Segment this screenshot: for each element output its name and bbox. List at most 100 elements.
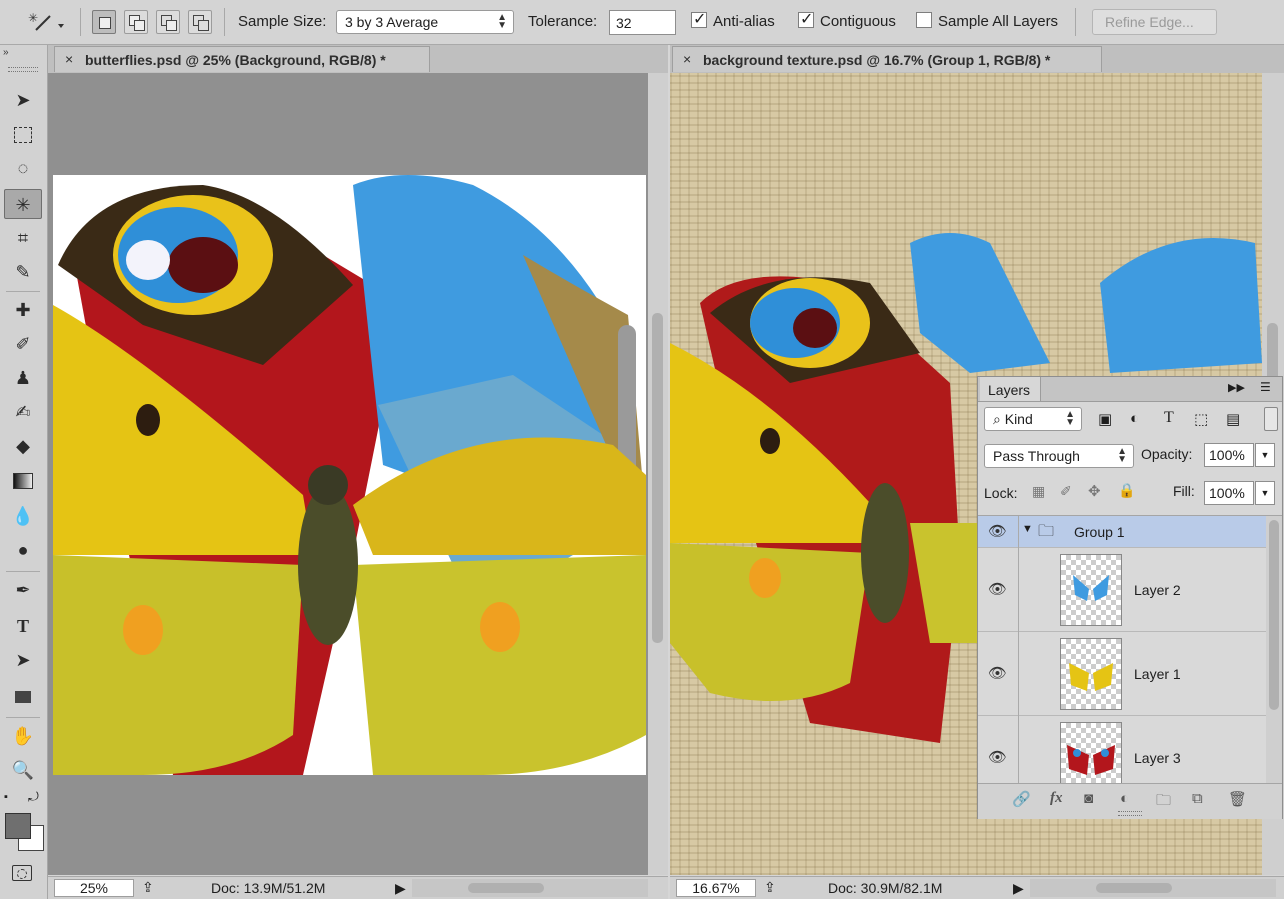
marquee-tool-icon[interactable] bbox=[4, 119, 42, 149]
filter-kind-select[interactable]: ⌕ Kind ▲ ▼ bbox=[984, 407, 1082, 431]
rectangle-tool-icon[interactable] bbox=[4, 681, 42, 711]
new-layer-icon[interactable]: ⧉ bbox=[1192, 790, 1203, 807]
filter-type-icon[interactable]: T bbox=[1164, 409, 1174, 427]
link-layers-icon[interactable]: 🔗 bbox=[1012, 790, 1031, 808]
lock-transparent-pixels-icon[interactable]: ▦ bbox=[1032, 483, 1045, 500]
blur-tool-icon[interactable]: 💧 bbox=[4, 501, 42, 531]
new-group-folder-icon[interactable]: 🗀 bbox=[1156, 790, 1171, 815]
layer-row[interactable]: 👁 Layer 3 bbox=[978, 716, 1266, 784]
visibility-eye-icon[interactable]: 👁 bbox=[988, 522, 1007, 540]
eyedropper-tool-icon[interactable]: ✎ bbox=[4, 257, 42, 287]
sample-all-layers-checkbox[interactable] bbox=[916, 12, 932, 28]
horizontal-scroll-track[interactable] bbox=[1030, 879, 1276, 897]
layer-row[interactable]: 👁 Layer 2 bbox=[978, 548, 1266, 632]
disclosure-triangle-icon[interactable]: ▼ bbox=[1022, 523, 1033, 535]
type-tool-icon[interactable]: T bbox=[4, 611, 42, 641]
visibility-eye-icon[interactable]: 👁 bbox=[988, 748, 1007, 766]
history-brush-tool-icon[interactable]: ✍ bbox=[4, 397, 42, 427]
new-selection-button[interactable] bbox=[92, 10, 116, 34]
pen-tool-icon[interactable]: ✒ bbox=[4, 575, 42, 605]
layer-list: 👁 ▼ 🗀 Group 1 👁 Layer 2 👁 Layer 1 👁 Laye… bbox=[978, 515, 1282, 784]
horizontal-scroll-thumb[interactable] bbox=[1096, 883, 1172, 893]
tolerance-value: 32 bbox=[616, 15, 632, 31]
intersect-selection-button[interactable] bbox=[188, 10, 212, 34]
left-canvas-area[interactable] bbox=[48, 73, 648, 875]
healing-brush-tool-icon[interactable]: ✚ bbox=[4, 295, 42, 325]
swap-colors-icon[interactable]: ⤾ bbox=[28, 789, 39, 805]
filter-pixel-icon[interactable]: ▣ bbox=[1098, 410, 1112, 428]
status-menu-arrow-icon[interactable]: ▶ bbox=[395, 880, 406, 897]
layer-row-group[interactable]: 👁 ▼ 🗀 Group 1 bbox=[978, 516, 1266, 548]
fx-button[interactable]: fx bbox=[1050, 790, 1063, 807]
subtract-from-selection-button[interactable] bbox=[156, 10, 180, 34]
magic-wand-tool-preset-icon[interactable]: ✳ bbox=[26, 8, 66, 36]
fill-input[interactable]: 100% bbox=[1204, 481, 1254, 505]
fill-value: 100% bbox=[1209, 485, 1245, 501]
foreground-color-swatch[interactable] bbox=[5, 813, 31, 839]
anti-alias-checkbox[interactable]: ✓ bbox=[691, 11, 707, 28]
panel-menu-icon[interactable]: ☰ bbox=[1260, 380, 1271, 394]
share-icon[interactable]: ⇪ bbox=[142, 879, 154, 896]
scroll-thumb[interactable] bbox=[652, 313, 663, 643]
collapse-arrows-icon[interactable]: » bbox=[3, 47, 9, 58]
layer-list-scrollbar[interactable] bbox=[1266, 516, 1282, 784]
horizontal-scroll-track[interactable] bbox=[412, 879, 648, 897]
add-to-selection-button[interactable] bbox=[124, 10, 148, 34]
share-icon[interactable]: ⇪ bbox=[764, 879, 776, 896]
updown-arrow-icon: ▲ ▼ bbox=[1065, 409, 1075, 428]
status-menu-arrow-icon[interactable]: ▶ bbox=[1013, 880, 1024, 897]
blend-mode-select[interactable]: Pass Through ▲ ▼ bbox=[984, 444, 1134, 468]
blend-mode-value: Pass Through bbox=[993, 448, 1080, 464]
clone-stamp-tool-icon[interactable]: ♟ bbox=[4, 363, 42, 393]
filter-shape-icon[interactable]: ⬚ bbox=[1194, 410, 1208, 428]
tolerance-input[interactable]: 32 bbox=[609, 10, 676, 35]
add-mask-icon[interactable]: ◙ bbox=[1084, 790, 1093, 807]
default-colors-icon[interactable]: ▪ bbox=[4, 791, 8, 803]
hand-tool-icon[interactable]: ✋ bbox=[4, 721, 42, 751]
adjustment-layer-icon[interactable]: ◐ bbox=[1120, 790, 1129, 807]
layer-thumbnail bbox=[1060, 554, 1122, 626]
close-icon[interactable]: × bbox=[683, 51, 691, 67]
left-status-bar: 25% ⇪ Doc: 13.9M/51.2M ▶ bbox=[48, 876, 668, 899]
lock-position-icon[interactable]: ✥ bbox=[1088, 482, 1101, 500]
dodge-tool-icon[interactable]: ● bbox=[4, 535, 42, 565]
visibility-eye-icon[interactable]: 👁 bbox=[988, 580, 1007, 598]
layer-row[interactable]: 👁 Layer 1 bbox=[978, 632, 1266, 716]
resize-grip[interactable] bbox=[1118, 811, 1142, 816]
horizontal-scroll-thumb[interactable] bbox=[468, 883, 544, 893]
gradient-tool-icon[interactable] bbox=[4, 465, 42, 495]
move-tool-icon[interactable]: ➤ bbox=[4, 85, 42, 115]
sample-size-label: Sample Size: bbox=[238, 13, 327, 30]
sample-size-select[interactable]: 3 by 3 Average ▲ ▼ bbox=[336, 10, 514, 34]
scroll-thumb[interactable] bbox=[1269, 520, 1279, 710]
zoom-field[interactable]: 16.67% bbox=[676, 879, 756, 897]
brush-tool-icon[interactable]: ✐ bbox=[4, 329, 42, 359]
filter-smart-object-icon[interactable]: ▤ bbox=[1226, 410, 1240, 428]
close-icon[interactable]: × bbox=[65, 51, 73, 67]
path-selection-tool-icon[interactable]: ➤ bbox=[4, 645, 42, 675]
tab-background-texture[interactable]: × background texture.psd @ 16.7% (Group … bbox=[672, 46, 1102, 72]
eraser-tool-icon[interactable]: ◆ bbox=[4, 431, 42, 461]
filter-toggle[interactable] bbox=[1264, 407, 1278, 431]
tab-layers[interactable]: Layers bbox=[980, 377, 1041, 401]
quick-mask-icon[interactable] bbox=[12, 865, 32, 881]
left-vertical-scrollbar[interactable] bbox=[648, 73, 668, 875]
visibility-eye-icon[interactable]: 👁 bbox=[988, 664, 1007, 682]
trash-icon[interactable]: 🗑 bbox=[1228, 790, 1247, 808]
crop-tool-icon[interactable]: ⌗ bbox=[4, 223, 42, 253]
zoom-tool-icon[interactable]: 🔍 bbox=[4, 755, 42, 785]
lasso-tool-icon[interactable]: ◌ bbox=[4, 153, 42, 183]
zoom-field[interactable]: 25% bbox=[54, 879, 134, 897]
contiguous-checkbox[interactable]: ✓ bbox=[798, 11, 814, 28]
lock-all-icon[interactable]: 🔒 bbox=[1118, 482, 1135, 499]
opacity-dropdown-button[interactable]: ▼ bbox=[1255, 443, 1275, 467]
opacity-input[interactable]: 100% bbox=[1204, 443, 1254, 467]
tab-butterflies[interactable]: × butterflies.psd @ 25% (Background, RGB… bbox=[54, 46, 430, 72]
collapse-panel-icon[interactable]: ▶▶ bbox=[1228, 381, 1245, 394]
refine-edge-button[interactable]: Refine Edge... bbox=[1092, 9, 1217, 35]
lock-image-pixels-icon[interactable]: ✐ bbox=[1060, 483, 1072, 500]
fill-dropdown-button[interactable]: ▼ bbox=[1255, 481, 1275, 505]
panel-grip[interactable] bbox=[8, 67, 38, 72]
magic-wand-tool-icon[interactable]: ✳ bbox=[4, 189, 42, 219]
filter-adjustment-icon[interactable]: ◐ bbox=[1130, 410, 1139, 427]
